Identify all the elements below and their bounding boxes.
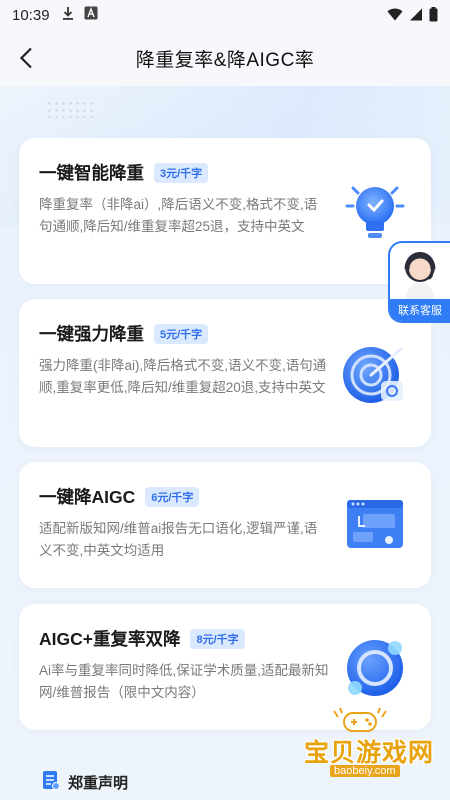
card-description: 降重复率（非降ai）,降后语义不变,格式不变,语句通顺,降后知/维重复率超25退… [39, 197, 318, 234]
service-card-smart-reduce[interactable]: 一键智能降重 3元/千字 降重复率（非降ai）,降后语义不变,格式不变,语句通顺… [19, 138, 431, 284]
gamepad-icon [333, 707, 387, 732]
dots-decoration [46, 100, 96, 118]
card-title-row: 一键降AIGC 6元/千字 [39, 484, 200, 509]
watermark-text: 宝贝游戏网 [304, 739, 435, 767]
lightbulb-icon [339, 176, 411, 248]
price-badge: 5元/千字 [154, 323, 209, 344]
signal-icon [409, 8, 423, 25]
app-a-icon [84, 6, 98, 24]
service-card-reduce-aigc[interactable]: 一键降AIGC 6元/千字 适配新版知网/维普ai报告无口语化,逻辑严谨,语义不… [19, 462, 431, 588]
wifi-icon [387, 8, 403, 25]
browser-window-icon [339, 490, 411, 562]
card-title: 一键降AIGC [39, 487, 136, 507]
card-title-row: 一键智能降重 3元/千字 [39, 160, 209, 185]
card-title: 一键智能降重 [39, 163, 144, 183]
customer-service-button[interactable]: 联系客服 [388, 241, 450, 323]
card-title: 一键强力降重 [39, 324, 144, 344]
customer-service-avatar [397, 247, 443, 299]
document-icon [42, 770, 60, 795]
service-card-strong-reduce[interactable]: 一键强力降重 5元/千字 强力降重(非降ai),降后格式不变,语义不变,语句通顺… [19, 299, 431, 447]
declaration-label: 郑重声明 [68, 775, 129, 792]
card-description: 适配新版知网/维普ai报告无口语化,逻辑严谨,语义不变,中英文均适用 [39, 521, 318, 558]
price-badge: 3元/千字 [154, 162, 209, 183]
status-time: 10:39 [12, 6, 50, 24]
watermark-logo: 宝贝游戏网 baobeiy.com [296, 707, 436, 782]
back-button[interactable] [10, 42, 42, 74]
declaration-link[interactable]: 郑重声明 [42, 770, 128, 795]
target-icon [339, 341, 411, 413]
price-badge: 8元/千字 [190, 628, 245, 649]
price-badge: 6元/千字 [145, 486, 200, 507]
customer-service-label: 联系客服 [390, 299, 450, 321]
status-bar: 10:39 [0, 0, 450, 30]
nav-bar: 降重复率&降AIGC率 [0, 30, 450, 86]
card-title-row: 一键强力降重 5元/千字 [39, 321, 209, 346]
download-icon [62, 6, 74, 24]
card-description: Ai率与重复率同时降低,保证学术质量,适配最新知网/维普报告（限中文内容） [39, 663, 329, 700]
ring-icon [339, 632, 411, 704]
card-description: 强力降重(非降ai),降后格式不变,语义不变,语句通顺,重复率更低,降后知/维重… [39, 358, 327, 395]
card-title-row: AIGC+重复率双降 8元/千字 [39, 626, 245, 651]
chevron-left-icon [19, 47, 32, 69]
card-title: AIGC+重复率双降 [39, 629, 181, 649]
watermark-url: baobeiy.com [330, 765, 400, 777]
page-title: 降重复率&降AIGC率 [135, 49, 315, 71]
battery-icon [429, 7, 438, 26]
